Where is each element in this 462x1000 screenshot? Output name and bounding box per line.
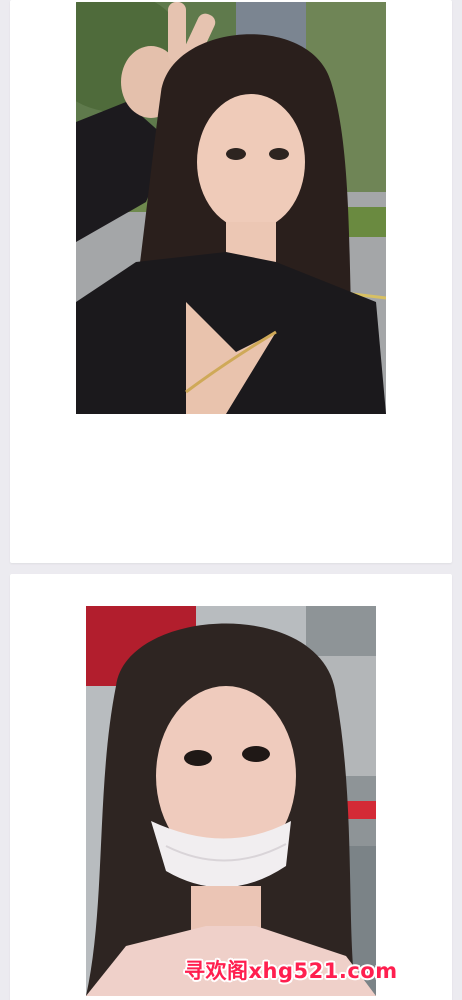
post-photo[interactable]	[86, 606, 376, 996]
photo-feed[interactable]: 寻欢阁xhg521.com	[0, 0, 462, 1000]
post-photo[interactable]	[76, 2, 386, 414]
post-card	[10, 574, 452, 1000]
watermark: 寻欢阁xhg521.com	[184, 959, 398, 983]
photo-selfie-peace-sign-icon	[76, 2, 386, 414]
photo-selfie-mask-icon	[86, 606, 376, 996]
post-card	[10, 0, 452, 563]
